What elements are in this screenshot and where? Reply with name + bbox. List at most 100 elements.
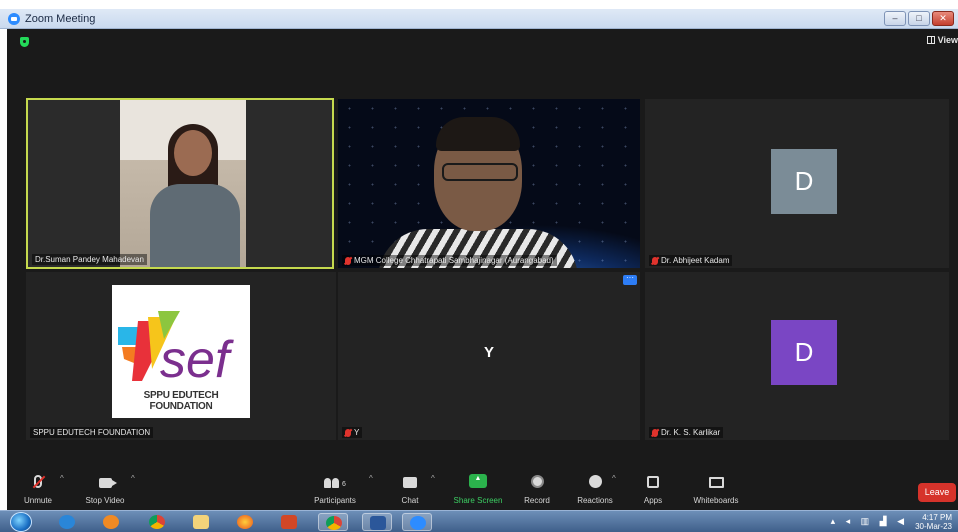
zoom-logo-icon [8,12,20,25]
gallery-grid-icon [926,36,935,44]
logo-text: sef [160,331,234,389]
encryption-shield-icon[interactable] [20,37,29,47]
unmute-label: Unmute [23,496,52,505]
video-options-caret[interactable]: ^ [131,474,135,483]
maximize-button[interactable]: □ [908,11,930,26]
chrome-icon [149,515,165,529]
participant-name-tag: Dr.Suman Pandey Mahadevan [32,254,147,265]
chat-label: Chat [401,496,419,505]
firefox-icon [237,515,253,529]
taskbar-firefox[interactable] [230,513,260,531]
screen-top-margin [0,0,958,9]
internet-explorer-icon [59,515,75,529]
start-button[interactable] [10,512,32,532]
share-screen-button[interactable]: Share Screen [447,472,509,505]
mic-muted-icon [652,428,658,437]
folder-icon [193,515,209,529]
stop-video-button[interactable]: Stop Video [81,472,129,505]
video-tile-5[interactable]: ··· Y Y [338,272,640,440]
unmute-button[interactable]: Unmute [21,472,55,505]
taskbar-media-player[interactable] [96,513,126,531]
video-tile-4[interactable]: sef SPPU EDUTECH FOUNDATION SPPU EDUTECH… [26,272,336,440]
video-tile-1[interactable]: Dr.Suman Pandey Mahadevan [26,98,334,269]
powerpoint-icon [281,515,297,529]
video-tile-6[interactable]: D Dr. K. S. Karlikar [645,272,949,440]
taskbar-chrome-2[interactable] [318,513,348,531]
participant-name: Y [354,428,360,437]
leave-button[interactable]: Leave [918,483,956,502]
logo-caption: SPPU EDUTECH FOUNDATION [143,390,219,412]
sef-logo: sef SPPU EDUTECH FOUNDATION [112,285,250,418]
taskbar-internet-explorer[interactable] [52,513,82,531]
window-controls: – □ ✕ [884,11,954,26]
clock-date: 30-Mar-23 [915,522,952,531]
window-title: Zoom Meeting [25,12,96,25]
participant-name: Dr. K. S. Karlikar [661,428,721,437]
record-button[interactable]: Record [519,472,555,505]
participants-options-caret[interactable]: ^ [369,474,373,483]
participants-label: Participants [314,496,356,505]
share-screen-label: Share Screen [453,496,503,505]
reactions-options-caret[interactable]: ^ [612,474,616,483]
participant-name-tag: SPPU EDUTECH FOUNDATION [30,427,154,438]
taskbar-powerpoint[interactable] [274,513,304,531]
minimize-button[interactable]: – [884,11,906,26]
taskbar-word[interactable] [362,513,392,531]
system-clock[interactable]: 4:17 PM 30-Mar-23 [915,513,952,531]
windows-taskbar: ▴ ◂ ▥ ▟ ◀ 4:17 PM 30-Mar-23 [0,510,958,532]
participant-hair [436,117,520,151]
media-player-icon [103,515,119,529]
video-tile-3[interactable]: D Dr. Abhijeet Kadam [645,99,949,268]
record-icon [530,475,544,488]
apps-label: Apps [643,496,663,505]
participant-name-tag: Dr. K. S. Karlikar [649,427,724,438]
whiteboard-icon [708,477,724,488]
avatar: D [771,149,837,214]
reactions-icon [588,475,602,488]
video-tile-2[interactable]: MGM College Chhatrapati Sambhajinagar (A… [338,99,640,268]
participants-button[interactable]: 6 Participants [309,472,361,505]
reactions-button[interactable]: Reactions [573,472,617,505]
audio-options-caret[interactable]: ^ [60,474,64,483]
participant-name-tag: Dr. Abhijeet Kadam [649,255,733,266]
participant-initial: Y [483,344,494,361]
participant-name: Dr. Abhijeet Kadam [661,256,730,265]
mic-muted-icon [652,256,658,265]
chat-button[interactable]: Chat [395,472,425,505]
view-label: View [937,35,958,45]
video-camera-icon [98,478,117,488]
participant-name: SPPU EDUTECH FOUNDATION [33,428,151,437]
participants-count: 6 [342,481,346,488]
avatar: D [771,320,837,385]
meeting-toolbar: Unmute ^ Stop Video ^ 6 Participants ^ C… [7,466,958,510]
chrome-icon [326,516,342,530]
microphone-muted-icon [34,475,42,488]
window-title-bar: Zoom Meeting – □ ✕ [0,9,958,29]
apps-icon [647,476,659,488]
taskbar-file-explorer[interactable] [186,513,216,531]
chat-icon [403,477,417,488]
clock-time: 4:17 PM [922,513,952,522]
whiteboards-label: Whiteboards [693,496,739,505]
share-screen-icon [469,474,487,488]
whiteboards-button[interactable]: Whiteboards [687,472,745,505]
participants-icon [324,478,340,488]
chat-options-caret[interactable]: ^ [431,474,435,483]
system-tray-icons[interactable]: ▴ ◂ ▥ ▟ ◀ [831,516,908,527]
participant-name-tag: MGM College Chhatrapati Sambhajinagar (A… [342,255,557,266]
more-options-button[interactable]: ··· [623,274,637,285]
taskbar-chrome[interactable] [142,513,172,531]
mic-muted-icon [345,256,351,265]
record-label: Record [524,496,550,505]
taskbar-zoom[interactable] [402,513,432,531]
participant-name-tag: Y [342,427,363,438]
reactions-label: Reactions [577,496,613,505]
participant-name: MGM College Chhatrapati Sambhajinagar (A… [354,256,554,265]
participant-glasses [442,163,518,181]
view-button[interactable]: View [926,35,958,45]
close-button[interactable]: ✕ [932,11,954,26]
word-icon [370,516,386,530]
apps-button[interactable]: Apps [639,472,667,505]
mic-muted-icon [345,428,351,437]
participant-name: Dr.Suman Pandey Mahadevan [35,255,144,264]
